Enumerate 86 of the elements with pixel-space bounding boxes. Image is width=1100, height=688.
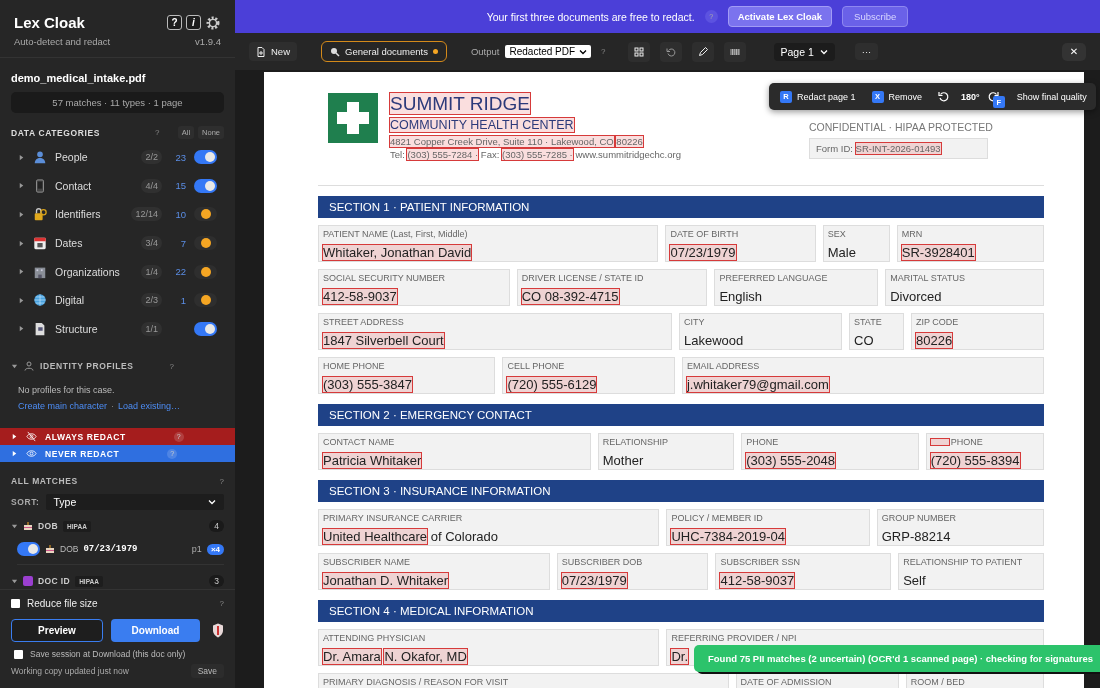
category-count: 7 [180,237,186,249]
checkbox-label: Reduce file size [27,598,99,609]
form-field: PRIMARY DIAGNOSIS / REASON FOR VISIT [318,673,729,688]
category-name: People [55,151,89,164]
form-field: STATE CO [849,313,904,350]
form-field: PRIMARY INSURANCE CARRIER United Healthcare of Colorado [318,509,660,546]
form-field: RELATIONSHIP TO PATIENT Self [898,553,1044,590]
match-type: DOB [60,544,79,554]
section-heading: NEVER REDACT [45,448,120,459]
banner-message: Your first three documents are free to redact. [486,10,695,23]
match-group-name: DOB [38,521,59,531]
page-label: p1 [191,544,202,554]
rotation-label: 180° [961,91,980,102]
category-name: Identifiers [55,208,102,221]
match-count: 3 [209,575,224,587]
form-field: SOCIAL SECURITY NUMBER 412-58-9037 [318,269,510,306]
output-label: Output [470,46,500,57]
category-count: 23 [175,151,186,163]
section-heading: DATA CATEGORIES [11,127,100,138]
form-field: SEX Male [822,225,890,262]
match-value: 07/23/1979 [83,544,138,554]
sort-label: SORT: [11,497,40,507]
category-name: Organizations [55,265,121,278]
checkbox-label: Save session at Download (this doc only) [30,649,186,659]
form-id: Form ID: SR-INT-2026-01493 [809,138,988,159]
match-count: 4 [209,520,224,532]
form-field: GROUP NUMBER GRP-88214 [876,509,1044,546]
form-field: SUBSCRIBER NAME Jonathan D. Whitaker [318,553,550,590]
file-name: demo_medical_intake.pdf [11,72,147,84]
category-count: 1 [180,294,186,306]
form-field: DATE OF BIRTH 07/23/1979 [665,225,816,262]
form-field: HOME PHONE (303) 555-3847 [318,357,496,394]
form-field: POLICY / MEMBER ID UHC-7384-2019-04 [666,509,870,546]
form-field: EMAIL ADDRESS j.whitaker79@gmail.com [681,357,1044,394]
form-field: SUBSCRIBER SSN 412-58-9037 [715,553,892,590]
section-header: SECTION 4 · MEDICAL INFORMATION [318,600,1044,622]
form-field: PHONE (720) 555-8394 [925,433,1044,470]
version-label: v1.9.4 [195,36,221,47]
form-field: ZIP CODE 80226 [911,313,1044,350]
form-field: SUBSCRIBER DOB 07/23/1979 [556,553,709,590]
category-ratio: 1/4 [141,264,162,279]
form-field: PREFERRED LANGUAGE English [714,269,879,306]
organization-contact: Tel: (303) 555-7284 · Fax: (303) 555-7285 · www.summitridgechc.org [390,149,681,160]
notification-toast: Found 75 PII matches (2 uncertain) (OCR'd 1 scanned page) · checking for signatures [694,645,1100,672]
form-field: CITY Lakewood [679,313,842,350]
form-field: DRIVER LICENSE / STATE ID CO 08-392-4715 [516,269,708,306]
confidentiality-note: CONFIDENTIAL · HIPAA PROTECTED [809,121,994,133]
section-header: SECTION 2 · EMERGENCY CONTACT [318,404,1044,426]
category-ratio: 12/14 [131,207,162,222]
empty-message: No profiles for this case. [18,385,116,396]
section-heading: ALWAYS REDACT [45,431,126,442]
form-field: ATTENDING PHYSICIAN Dr. Amara N. Okafor, MD [318,629,660,666]
category-name: Structure [55,322,99,335]
category-ratio: 2/2 [141,150,162,165]
form-field: PATIENT NAME (Last, First, Middle) Whitaker, Jonathan David [318,225,659,262]
category-name: Dates [55,237,84,250]
match-stats: 57 matches · 11 types · 1 page [11,92,224,113]
category-count: 10 [175,209,186,220]
section-header: SECTION 1 · PATIENT INFORMATION [318,196,1044,218]
occurrence-badge: ×4 [206,543,224,555]
status-text: Working copy updated just now [11,666,129,676]
section-heading: IDENTITY PROFILES [40,361,134,372]
section-heading: ALL MATCHES [11,476,78,486]
category-name: Contact [55,179,93,192]
section-header: SECTION 3 · INSURANCE INFORMATION [318,480,1044,502]
category-ratio: 4/4 [141,178,162,193]
form-field: CELL PHONE (720) 555-6129 [502,357,675,394]
organization-address: 4821 Copper Creek Drive, Suite 110 · Lakewood, CO 80226 [390,136,644,147]
category-ratio: 3/4 [141,236,162,251]
app-title: Lex Cloak [14,14,85,31]
category-name: Digital [55,294,86,307]
form-field: PHONE (303) 555-2048 [741,433,919,470]
form-field: CONTACT NAME Patricia Whitaker [318,433,591,470]
separator: · [111,401,115,412]
form-field: RELATIONSHIP Mother [597,433,735,470]
form-field: MRN SR-3928401 [896,225,1044,262]
app-subtitle: Auto-detect and redact [14,36,111,47]
form-field: MARITAL STATUS Divorced [885,269,1044,306]
category-count: 15 [175,180,186,192]
organization-subtitle: COMMUNITY HEALTH CENTER [390,118,575,132]
match-group-name: DOC ID [38,576,71,586]
form-field: STREET ADDRESS 1847 Silverbell Court [318,313,672,350]
category-ratio: 2/3 [141,293,162,308]
category-count: 22 [175,266,186,278]
organization-name: SUMMIT RIDGE [390,93,532,115]
category-ratio: 1/1 [141,321,162,336]
